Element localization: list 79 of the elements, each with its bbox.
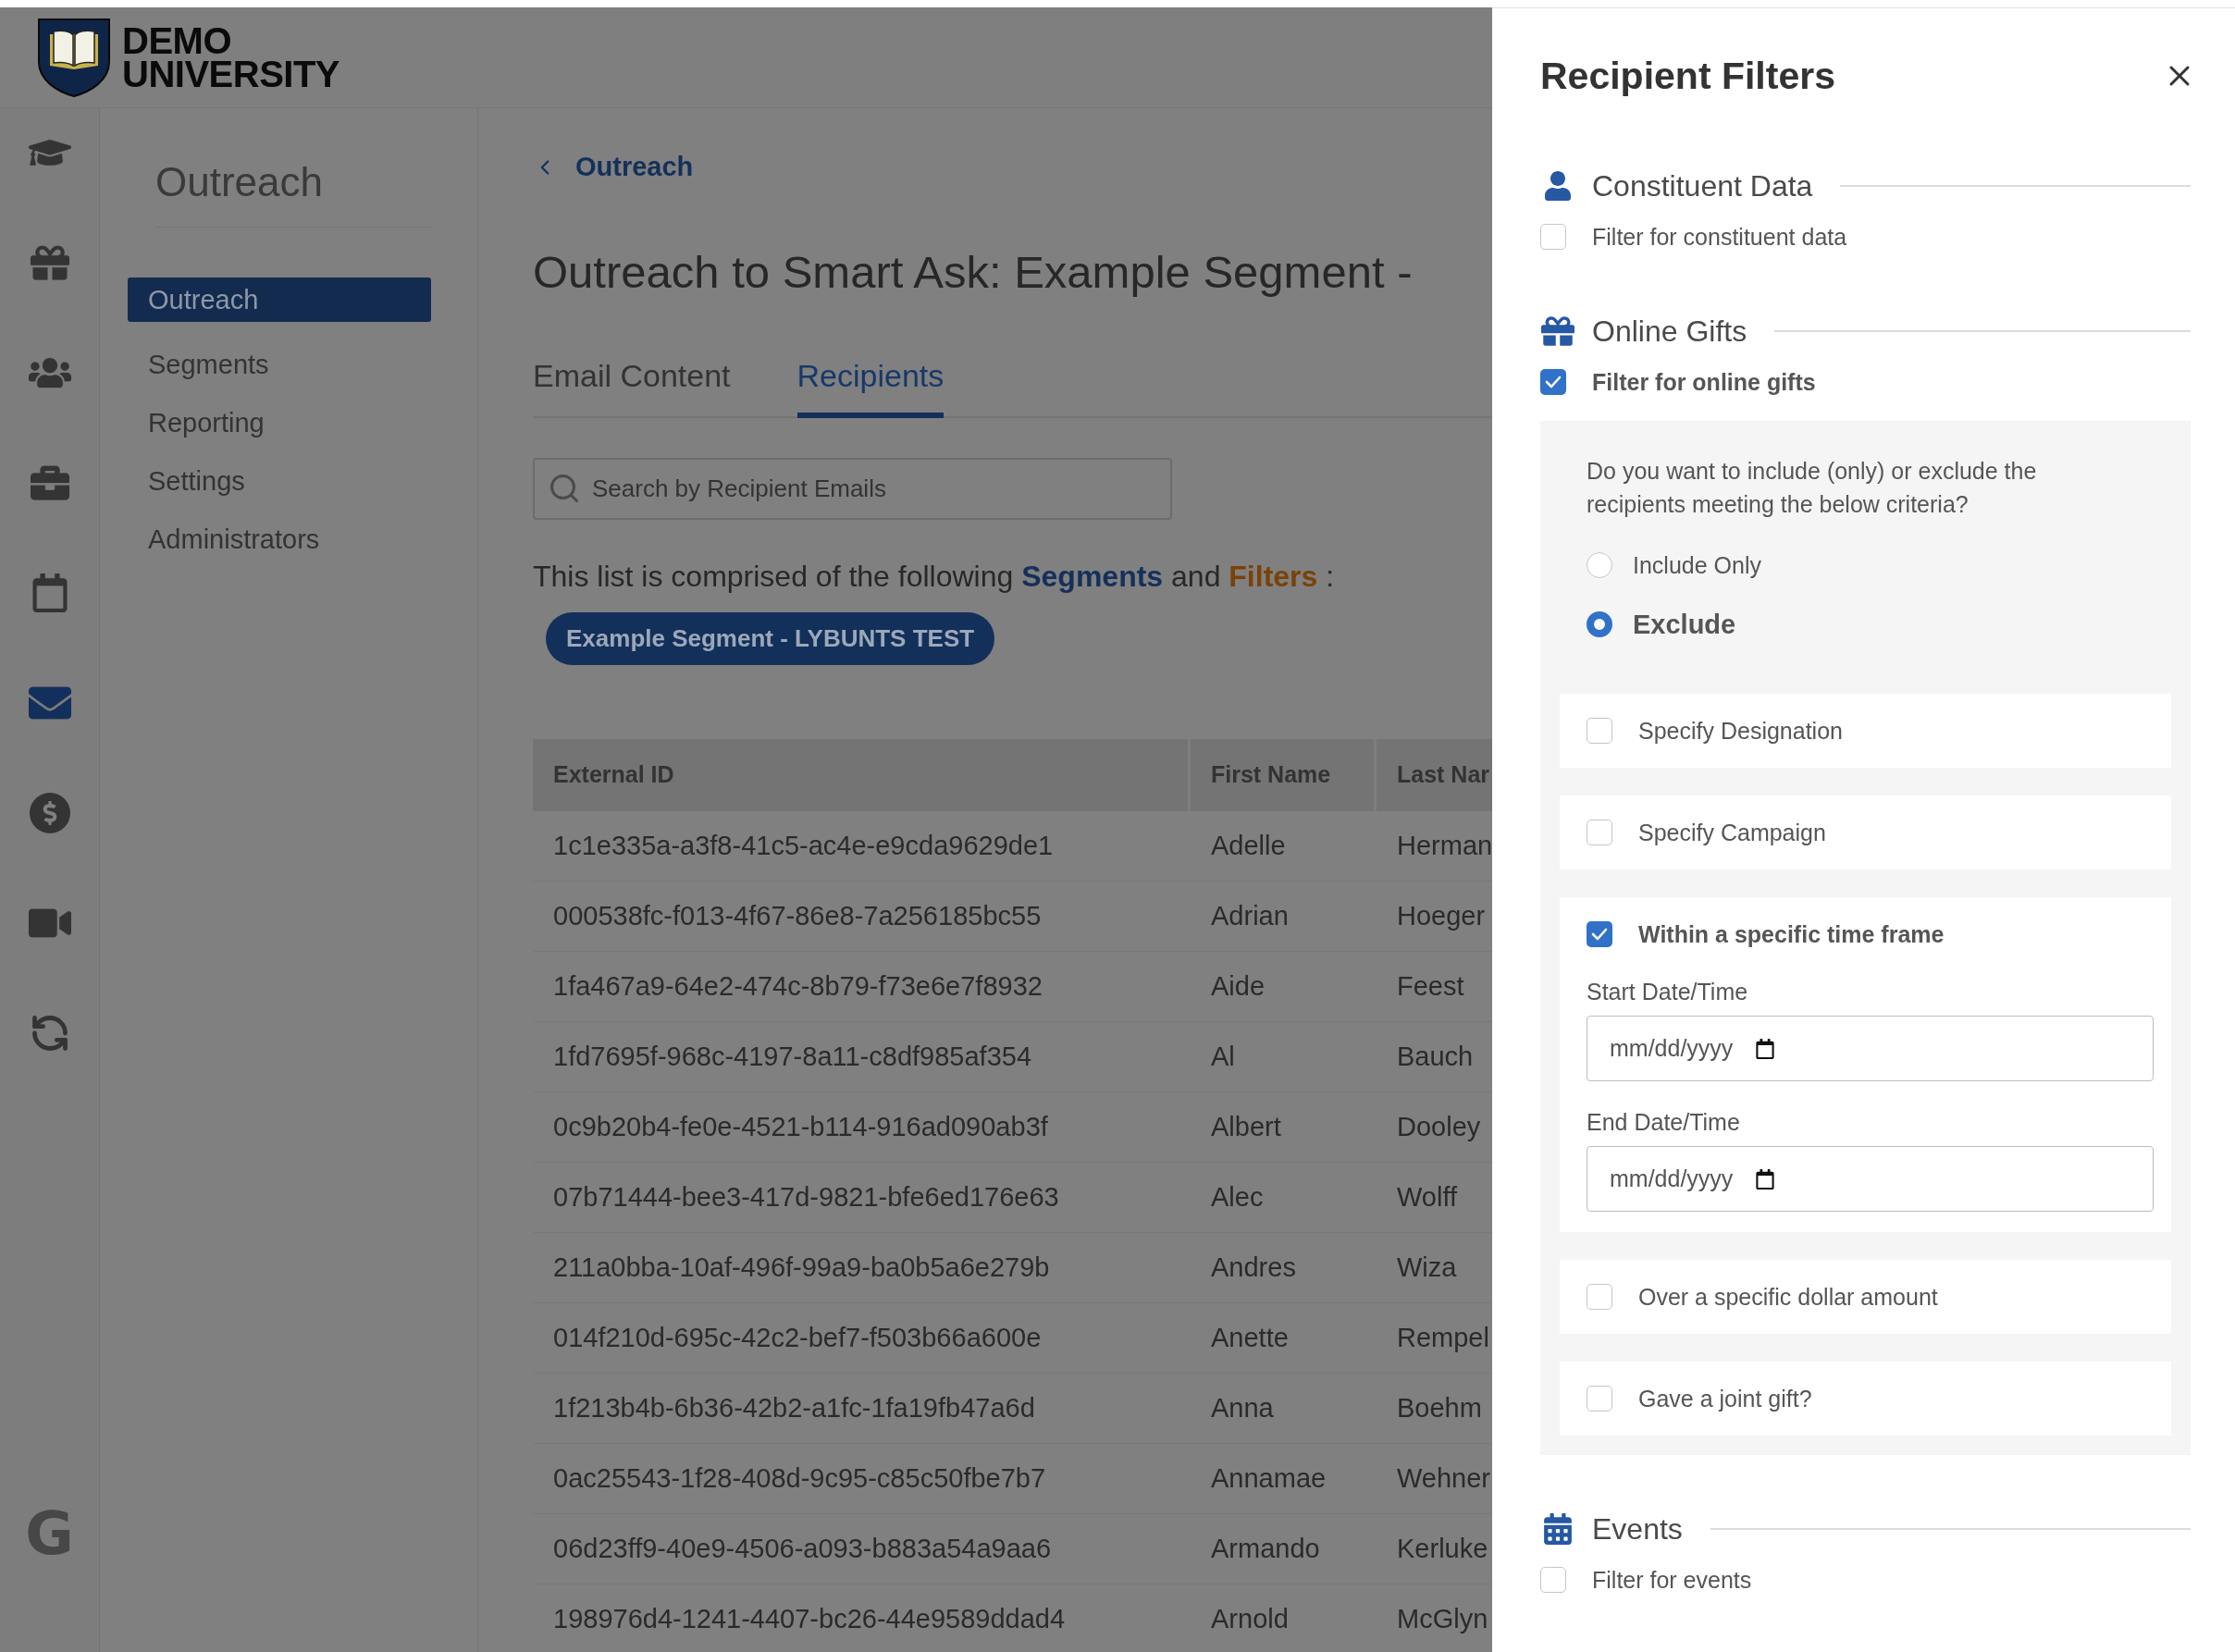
checkbox[interactable] — [1587, 1386, 1612, 1412]
logo-text: DEMO — [122, 24, 232, 57]
table-cell: Aide — [1191, 951, 1377, 1022]
tab[interactable]: Email Content — [533, 357, 731, 418]
table-cell: 07b71444-bee3-417d-9821-bfe6ed176e63 — [533, 1162, 1191, 1233]
table-cell: Andres — [1191, 1232, 1377, 1303]
checkbox-label: Filter for online gifts — [1592, 368, 1816, 396]
table-cell: 1fa467a9-64e2-474c-8b79-f73e6e7f8932 — [533, 951, 1191, 1022]
checkbox[interactable] — [1540, 369, 1566, 395]
column-header: External ID — [533, 738, 1191, 811]
sidebar-item[interactable]: Settings — [128, 452, 431, 511]
column-header: First Name — [1191, 738, 1377, 811]
composition-sentence: This list is comprised of the following Segments and Filters : — [533, 559, 1336, 594]
table-cell: Adrian — [1191, 881, 1377, 952]
gift-icon — [1540, 314, 1575, 348]
check-icon — [1545, 376, 1562, 388]
drawer-title: Recipient Filters — [1540, 54, 1835, 98]
checkbox[interactable] — [1587, 718, 1612, 744]
checkbox[interactable] — [1587, 820, 1612, 845]
checkbox-label: Gave a joint gift? — [1638, 1385, 1812, 1412]
table-cell: Arnold — [1191, 1584, 1377, 1652]
briefcase-icon[interactable] — [30, 462, 69, 502]
table-cell: Anna — [1191, 1373, 1377, 1444]
checkbox-label: Specify Designation — [1638, 717, 1843, 745]
calendar-icon[interactable] — [30, 573, 69, 612]
table-cell: 014f210d-695c-42c2-bef7-f503b66a600e — [533, 1302, 1191, 1374]
calendar-icon — [1755, 1168, 1776, 1190]
criteria-question: Do you want to include (only) or exclude the recipients meeting the below criteria? — [1587, 457, 2038, 519]
page-title: Outreach to Smart Ask: Example Segment - — [533, 245, 1414, 299]
section-heading: Constituent Data — [1592, 168, 1813, 203]
table-cell: Armando — [1191, 1513, 1377, 1584]
date-field[interactable]: mm/dd/yyyy — [1587, 1016, 2154, 1081]
table-cell: 1fd7695f-968c-4197-8a11-c8df985af354 — [533, 1021, 1191, 1092]
sidebar-item[interactable]: Reporting — [128, 394, 431, 452]
radio-button[interactable] — [1587, 552, 1612, 578]
table-cell: 0c9b20b4-fe0e-4521-b114-916ad090ab3f — [533, 1091, 1191, 1163]
date-field[interactable]: mm/dd/yyyy — [1587, 1146, 2154, 1212]
table-cell: 198976d4-1241-4407-bc26-44e9589ddad4 — [533, 1584, 1191, 1652]
section-heading: Events — [1592, 1511, 1683, 1547]
table-cell: 1f213b4b-6b36-42b2-a1fc-1fa19fb47a6d — [533, 1373, 1191, 1444]
breadcrumb-link[interactable]: Outreach — [533, 152, 694, 182]
table-cell: Annamae — [1191, 1443, 1377, 1514]
section-title: Outreach — [155, 158, 324, 206]
checkbox[interactable] — [1587, 1284, 1612, 1310]
table-cell: Albert — [1191, 1091, 1377, 1163]
table-cell: 1c1e335a-a3f8-41c5-ac4e-e9cda9629de1 — [533, 810, 1191, 881]
checkbox[interactable] — [1587, 921, 1612, 947]
column-header: Last Nar — [1377, 738, 1492, 811]
table-cell: Anette — [1191, 1302, 1377, 1374]
checkbox[interactable] — [1540, 1567, 1566, 1593]
checkbox[interactable] — [1540, 224, 1566, 250]
checkbox-label: Over a specific dollar amount — [1638, 1283, 1938, 1311]
sidebar-item[interactable]: Outreach — [128, 277, 431, 322]
check-icon — [1591, 928, 1608, 941]
checkbox-label: Within a specific time frame — [1638, 920, 1945, 948]
gift-icon[interactable] — [30, 242, 69, 282]
field-label: End Date/Time — [1587, 1109, 1741, 1137]
search-field[interactable]: Search by Recipient Emails — [533, 457, 1172, 520]
radio-label: Include Only — [1633, 551, 1761, 579]
segment-chip[interactable]: Example Segment - LYBUNTS TEST — [546, 611, 995, 665]
table-cell: Adelle — [1191, 810, 1377, 881]
checkbox-label: Filter for constituent data — [1592, 223, 1847, 251]
field-label: Start Date/Time — [1587, 979, 1749, 1006]
tab[interactable]: Recipients — [796, 357, 945, 418]
sidebar-item[interactable]: Administrators — [128, 511, 431, 569]
table-cell: 000538fc-f013-4f67-86e8-7a256185bc55 — [533, 881, 1191, 952]
table-cell: 211a0bba-10af-496f-99a9-ba0b5a6e279b — [533, 1232, 1191, 1303]
table-cell: 0ac25543-1f28-408d-9c95-c85c50fbe7b7 — [533, 1443, 1191, 1514]
checkbox-label: Filter for events — [1592, 1566, 1752, 1594]
table-cell: Al — [1191, 1021, 1377, 1092]
table-cell: 06d23ff9-40e9-4506-a093-b883a54a9aa6 — [533, 1513, 1191, 1584]
checkbox-label: Specify Campaign — [1638, 819, 1826, 846]
table-cell: Alec — [1191, 1162, 1377, 1233]
calendar-icon — [1755, 1038, 1776, 1059]
logo-text: UNIVERSITY — [122, 57, 340, 91]
radio-label: Exclude — [1633, 609, 1736, 640]
radio-button[interactable] — [1587, 611, 1612, 637]
sidebar-item[interactable]: Segments — [128, 336, 431, 394]
section-heading: Online Gifts — [1592, 314, 1747, 349]
